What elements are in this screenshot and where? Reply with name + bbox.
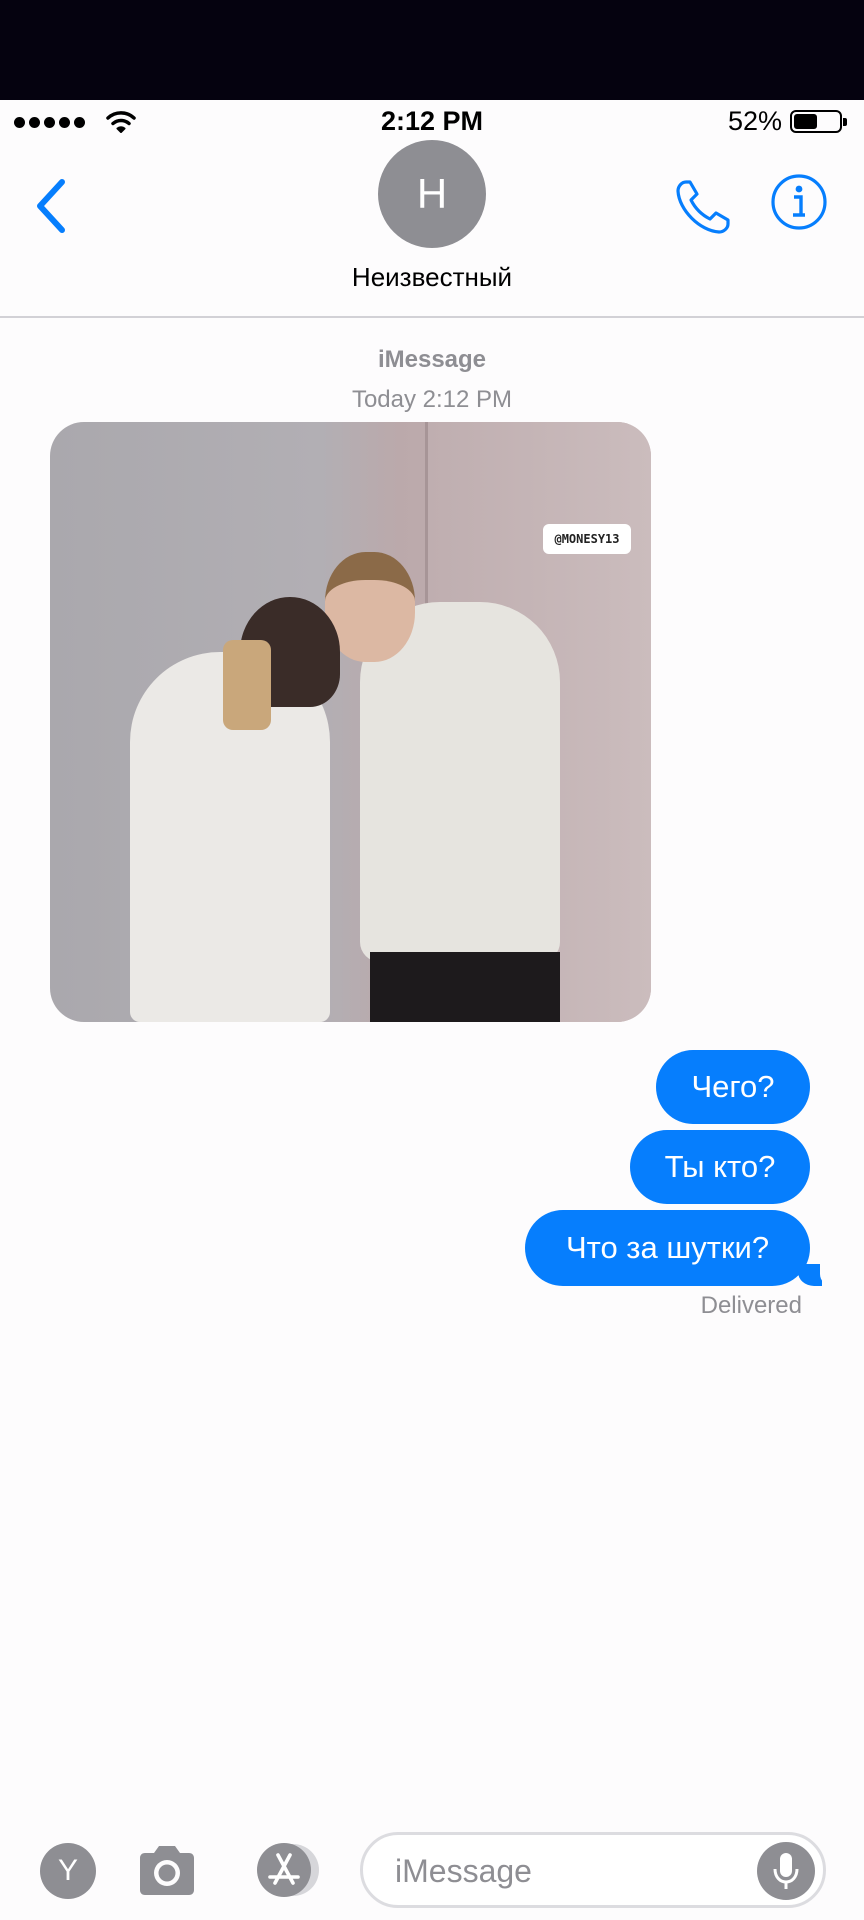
outgoing-message-bubble[interactable]: Ты кто? xyxy=(630,1130,810,1204)
bubble-tail xyxy=(798,1264,822,1286)
message-text: Что за шутки? xyxy=(565,1230,770,1265)
contact-avatar[interactable]: Н xyxy=(378,140,486,248)
microphone-icon xyxy=(773,1853,799,1889)
battery-fill xyxy=(794,114,817,129)
photo-watermark: @MONESY13 xyxy=(543,524,631,554)
outgoing-message-bubble[interactable]: Что за шутки? xyxy=(525,1210,834,1286)
message-input-placeholder: iMessage xyxy=(395,1853,532,1889)
message-timestamp: Today 2:12 PM xyxy=(351,386,513,413)
app-store-icon[interactable] xyxy=(246,1840,324,1900)
service-label: iMessage xyxy=(377,346,487,373)
battery-icon xyxy=(790,110,847,133)
camera-icon[interactable] xyxy=(134,1840,200,1900)
battery-percent: 52% xyxy=(727,106,782,136)
avatar-initial: Н xyxy=(416,170,448,217)
phone-icon[interactable] xyxy=(672,176,734,238)
microphone-button[interactable] xyxy=(757,1842,815,1900)
photo-phone xyxy=(223,640,271,730)
message-input-bar: Y iMessage xyxy=(0,1820,864,1920)
top-black-band xyxy=(0,0,864,100)
outgoing-message-bubble[interactable]: Чего? xyxy=(656,1050,810,1124)
contact-name[interactable]: Неизвестный xyxy=(0,262,864,293)
message-text: Ты кто? xyxy=(664,1149,776,1184)
incoming-photo-message[interactable]: @MONESY13 xyxy=(50,422,651,1022)
app-drawer-button[interactable]: Y xyxy=(40,1843,96,1899)
message-input[interactable]: iMessage xyxy=(360,1832,826,1908)
back-button[interactable] xyxy=(28,170,78,240)
conversation-header: Н Неизвестный xyxy=(0,140,864,318)
status-bar: 2:12 PM 52% xyxy=(0,100,864,144)
photo-person-right-pants xyxy=(370,952,560,1022)
delivery-status: Delivered xyxy=(700,1292,802,1319)
info-icon[interactable] xyxy=(770,173,828,231)
message-text: Чего? xyxy=(691,1069,775,1104)
app-initial: Y xyxy=(57,1854,78,1887)
